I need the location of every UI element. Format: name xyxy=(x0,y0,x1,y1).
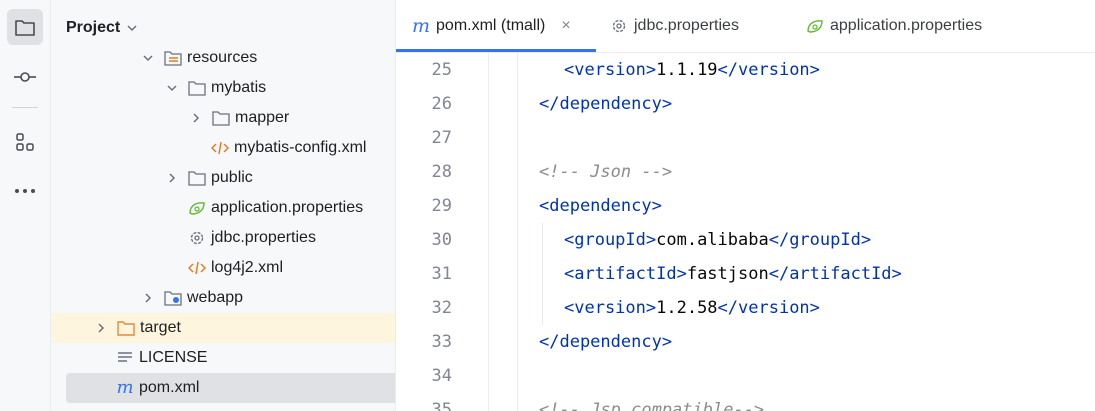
code-line: <!-- Json --> xyxy=(539,162,673,182)
line-number: 34 xyxy=(431,366,452,386)
tree-item-mybatis[interactable]: mybatis xyxy=(51,73,395,103)
indent-guide xyxy=(542,223,543,325)
tree-item-label: pom.xml xyxy=(139,379,200,396)
tree-item-resources[interactable]: resources xyxy=(51,43,395,73)
line-number: 28 xyxy=(431,162,452,182)
code-line: </dependency> xyxy=(539,94,673,114)
tree-item-license[interactable]: LICENSE xyxy=(51,343,395,373)
maven-icon: m xyxy=(116,377,134,398)
tree-item-target[interactable]: target xyxy=(51,313,395,343)
line-number: 26 xyxy=(431,94,452,114)
tab-jdbc-properties[interactable]: jdbc.properties xyxy=(610,0,739,52)
line-number: 32 xyxy=(431,298,452,318)
excluded-folder-icon xyxy=(117,319,135,337)
line-number: 29 xyxy=(431,196,452,216)
tree-item-log4j2-xml[interactable]: log4j2.xml xyxy=(51,253,395,283)
maven-icon: m xyxy=(412,15,431,37)
project-panel-header[interactable]: Project xyxy=(66,15,138,41)
folder-icon xyxy=(212,109,230,127)
resources-folder-icon xyxy=(164,49,182,67)
tree-item-label: mybatis xyxy=(211,79,267,96)
tab-label: application.properties xyxy=(830,17,983,34)
folder-icon xyxy=(188,169,206,187)
chevron-down-icon[interactable] xyxy=(140,50,156,66)
code-line: <dependency> xyxy=(539,196,662,216)
chevron-right-icon[interactable] xyxy=(93,320,109,336)
tree-item-label: mapper xyxy=(235,109,290,126)
chevron-right-icon[interactable] xyxy=(188,110,204,126)
tree-item-label: public xyxy=(211,169,253,186)
tab-pom-xml[interactable]: m pom.xml (tmall) × xyxy=(412,0,571,52)
project-panel: Project resources mybatis mapper mybatis… xyxy=(51,0,396,411)
tree-item-label: mybatis-config.xml xyxy=(234,139,367,156)
tree-item-label: target xyxy=(140,319,181,336)
tab-application-properties[interactable]: application.properties xyxy=(806,0,982,52)
code-line: </dependency> xyxy=(539,332,673,352)
editor-tab-bar: m pom.xml (tmall) × jdbc.properties appl… xyxy=(396,0,1095,53)
web-folder-icon xyxy=(164,289,182,307)
line-number-gutter: 25 26 27 28 29 30 31 32 33 34 35 xyxy=(396,53,489,411)
code-line: <version>1.2.58</version> xyxy=(564,298,820,318)
tree-item-pom-xml[interactable]: m pom.xml xyxy=(66,373,395,403)
code-line: <artifactId>fastjson</artifactId> xyxy=(564,264,902,284)
project-tool-button[interactable] xyxy=(7,9,43,45)
commit-icon xyxy=(14,72,36,82)
chevron-down-icon[interactable] xyxy=(164,80,180,96)
spring-properties-icon xyxy=(807,20,823,33)
chevron-right-icon[interactable] xyxy=(164,170,180,186)
line-number: 31 xyxy=(431,264,452,284)
tree-item-mybatis-config-xml[interactable]: mybatis-config.xml xyxy=(51,133,395,163)
tree-item-label: application.properties xyxy=(211,199,364,216)
close-icon[interactable]: × xyxy=(561,17,570,35)
tree-item-label: webapp xyxy=(187,289,244,306)
spring-properties-icon xyxy=(188,199,206,217)
tree-item-label: log4j2.xml xyxy=(211,259,284,276)
project-panel-title: Project xyxy=(66,19,121,36)
tree-item-application-properties[interactable]: application.properties xyxy=(51,193,395,223)
chevron-down-icon xyxy=(127,25,137,32)
structure-tool-button[interactable] xyxy=(7,124,43,160)
code-line: <version>1.1.19</version> xyxy=(564,60,820,80)
line-number: 27 xyxy=(431,128,452,148)
code-line: <groupId>com.alibaba</groupId> xyxy=(564,230,872,250)
chevron-right-icon[interactable] xyxy=(140,290,156,306)
more-tools-button[interactable] xyxy=(7,173,43,209)
structure-icon xyxy=(16,133,34,151)
line-number: 30 xyxy=(431,230,452,250)
line-number: 25 xyxy=(431,60,452,80)
tab-label: pom.xml (tmall) xyxy=(436,17,546,34)
properties-gear-icon xyxy=(188,229,206,247)
text-file-icon xyxy=(116,349,134,367)
code-area[interactable]: <version>1.1.19</version> </dependency> … xyxy=(489,53,1095,411)
tree-item-mapper[interactable]: mapper xyxy=(51,103,395,133)
folder-icon xyxy=(188,79,206,97)
tree-item-label: resources xyxy=(187,49,258,66)
tree-item-label: LICENSE xyxy=(139,349,208,366)
tab-label: jdbc.properties xyxy=(634,17,739,34)
activity-separator xyxy=(12,107,38,108)
active-tab-indicator xyxy=(396,49,596,52)
tree-item-jdbc-properties[interactable]: jdbc.properties xyxy=(51,223,395,253)
code-line: <!-- Jsp compatible--> xyxy=(539,400,765,411)
line-number: 33 xyxy=(431,332,452,352)
tree-item-public[interactable]: public xyxy=(51,163,395,193)
tree-item-label: jdbc.properties xyxy=(211,229,316,246)
ide-window: Project resources mybatis mapper mybatis… xyxy=(0,0,1095,411)
folder-icon xyxy=(15,20,35,36)
activity-bar xyxy=(0,0,51,411)
editor: m pom.xml (tmall) × jdbc.properties appl… xyxy=(396,0,1095,411)
indent-guide xyxy=(517,53,518,411)
properties-gear-icon xyxy=(612,19,626,33)
xml-file-icon xyxy=(188,259,206,277)
xml-file-icon xyxy=(211,139,229,157)
line-number: 35 xyxy=(431,400,452,411)
tree-item-webapp[interactable]: webapp xyxy=(51,283,395,313)
commit-tool-button[interactable] xyxy=(7,59,43,95)
more-horizontal-icon xyxy=(15,189,35,193)
